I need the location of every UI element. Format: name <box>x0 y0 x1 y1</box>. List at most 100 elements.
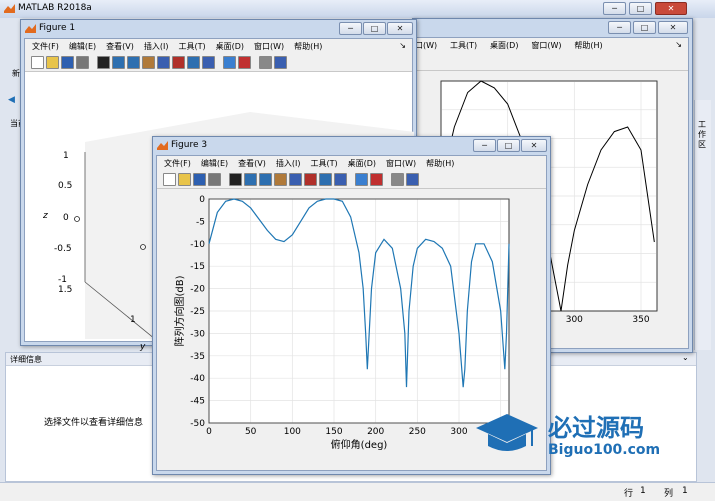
y-tick-label: 0 <box>199 195 205 205</box>
new-file-icon[interactable] <box>163 173 176 186</box>
figure2-maximize-button[interactable]: □ <box>633 21 656 34</box>
watermark-title: 必过源码 <box>548 414 644 442</box>
details-header: 详细信息 <box>10 355 42 364</box>
fig1-menu-help[interactable]: 帮助(H) <box>294 41 322 52</box>
minimize-button[interactable]: ─ <box>603 2 626 15</box>
fig1-menu-tools[interactable]: 工具(T) <box>178 41 205 52</box>
pointer-icon[interactable] <box>97 56 110 69</box>
figure3-minimize-button[interactable]: ─ <box>473 139 496 152</box>
fig1-menu-file[interactable]: 文件(F) <box>32 41 59 52</box>
x-tick-label: 50 <box>245 427 257 437</box>
fig3-menu-view[interactable]: 查看(V) <box>238 158 266 169</box>
link-icon[interactable] <box>334 173 347 186</box>
details-collapse-icon[interactable]: ⌄ <box>682 353 689 362</box>
figure1-minimize-button[interactable]: ─ <box>339 22 362 35</box>
fig3-menu-tools[interactable]: 工具(T) <box>310 158 337 169</box>
maximize-icon: □ <box>640 23 649 32</box>
back-arrow-icon[interactable]: ◀ <box>8 95 15 105</box>
x-axis-label: 俯仰角(deg) <box>331 438 388 451</box>
open-icon[interactable] <box>46 56 59 69</box>
hide-tools-icon[interactable] <box>259 56 272 69</box>
z-tick-3: 0 <box>63 213 69 223</box>
colorbar-icon[interactable] <box>355 173 368 186</box>
print-icon[interactable] <box>76 56 89 69</box>
show-tools-icon[interactable] <box>406 173 419 186</box>
zoom-out-icon[interactable] <box>259 173 272 186</box>
open-icon[interactable] <box>178 173 191 186</box>
fig2-menu-window[interactable]: 窗口(W) <box>531 40 561 51</box>
app-title: MATLAB R2018a <box>18 3 92 13</box>
maximize-icon: □ <box>636 4 645 13</box>
x-tick-label: 100 <box>284 427 301 437</box>
x-tick-label: 300 <box>566 315 583 325</box>
fig1-menu-insert[interactable]: 插入(I) <box>144 41 169 52</box>
save-icon[interactable] <box>61 56 74 69</box>
pan-icon[interactable] <box>142 56 155 69</box>
colorbar-icon[interactable] <box>223 56 236 69</box>
figure3-title: Figure 3 <box>171 140 208 150</box>
rotate-icon[interactable] <box>289 173 302 186</box>
figure3-maximize-button[interactable]: □ <box>497 139 520 152</box>
zoom-in-icon[interactable] <box>112 56 125 69</box>
x-tick-label: 250 <box>409 427 426 437</box>
matlab-titlebar: MATLAB R2018a ─ □ ✕ <box>0 0 715 19</box>
brush-icon[interactable] <box>319 173 332 186</box>
zoom-out-icon[interactable] <box>127 56 140 69</box>
figure2-minimize-button[interactable]: ─ <box>608 21 631 34</box>
figure3-titlebar: Figure 3 ─ □ ✕ <box>153 137 550 153</box>
menu-arrow-icon[interactable]: ↘ <box>675 40 682 49</box>
fig3-menu-insert[interactable]: 插入(I) <box>276 158 301 169</box>
fig1-menu-edit[interactable]: 编辑(E) <box>69 41 96 52</box>
fig3-menu-desktop[interactable]: 桌面(D) <box>348 158 376 169</box>
matlab-logo-icon <box>157 141 168 150</box>
close-button[interactable]: ✕ <box>655 2 687 15</box>
new-label: 新 <box>12 69 20 78</box>
fig2-menu-help[interactable]: 帮助(H) <box>574 40 602 51</box>
x-tick-label: 350 <box>632 315 649 325</box>
new-file-icon[interactable] <box>31 56 44 69</box>
minimize-icon: ─ <box>482 141 487 150</box>
brush-icon[interactable] <box>187 56 200 69</box>
maximize-button[interactable]: □ <box>629 2 652 15</box>
zoom-in-icon[interactable] <box>244 173 257 186</box>
figure2-close-button[interactable]: ✕ <box>658 21 688 34</box>
fig3-menu-edit[interactable]: 编辑(E) <box>201 158 228 169</box>
fig2-menu-desktop[interactable]: 桌面(D) <box>490 40 518 51</box>
y-tick-label: -40 <box>190 374 205 384</box>
workspace-tab[interactable]: 工作区 <box>694 100 711 350</box>
pointer-icon[interactable] <box>229 173 242 186</box>
menu-arrow-icon[interactable]: ↘ <box>399 41 406 50</box>
fig2-menu-tools[interactable]: 工具(T) <box>450 40 477 51</box>
legend-icon[interactable] <box>238 56 251 69</box>
figure1-title: Figure 1 <box>39 23 76 33</box>
hide-tools-icon[interactable] <box>391 173 404 186</box>
print-icon[interactable] <box>208 173 221 186</box>
status-row-label: 行 <box>624 489 634 499</box>
legend-icon[interactable] <box>370 173 383 186</box>
fig3-menu-file[interactable]: 文件(F) <box>164 158 191 169</box>
graduation-cap-icon <box>476 414 538 451</box>
fig1-menu-desktop[interactable]: 桌面(D) <box>216 41 244 52</box>
data-cursor-icon[interactable] <box>172 56 185 69</box>
fig3-menu-window[interactable]: 窗口(W) <box>386 158 416 169</box>
rotate-icon[interactable] <box>157 56 170 69</box>
data-cursor-icon[interactable] <box>304 173 317 186</box>
matlab-logo-icon <box>4 4 15 13</box>
link-icon[interactable] <box>202 56 215 69</box>
figure1-maximize-button[interactable]: □ <box>363 22 386 35</box>
y-tick-label: -10 <box>190 240 205 250</box>
show-tools-icon[interactable] <box>274 56 287 69</box>
fig2-menu-partial[interactable]: 口(W) <box>415 40 437 51</box>
fig1-menu-window[interactable]: 窗口(W) <box>254 41 284 52</box>
y-tick-2: 1 <box>130 315 136 325</box>
fig1-menu-view[interactable]: 查看(V) <box>106 41 134 52</box>
figure3-close-button[interactable]: ✕ <box>521 139 547 152</box>
y-tick-label: -25 <box>190 307 205 317</box>
watermark-url: Biguo100.com <box>548 442 661 458</box>
x-tick-label: 150 <box>325 427 342 437</box>
save-icon[interactable] <box>193 173 206 186</box>
fig3-menu-help[interactable]: 帮助(H) <box>426 158 454 169</box>
figure1-close-button[interactable]: ✕ <box>387 22 413 35</box>
pan-icon[interactable] <box>274 173 287 186</box>
figure1-menubar: 文件(F) 编辑(E) 查看(V) 插入(I) 工具(T) 桌面(D) 窗口(W) 帮助(H)… <box>25 39 412 55</box>
